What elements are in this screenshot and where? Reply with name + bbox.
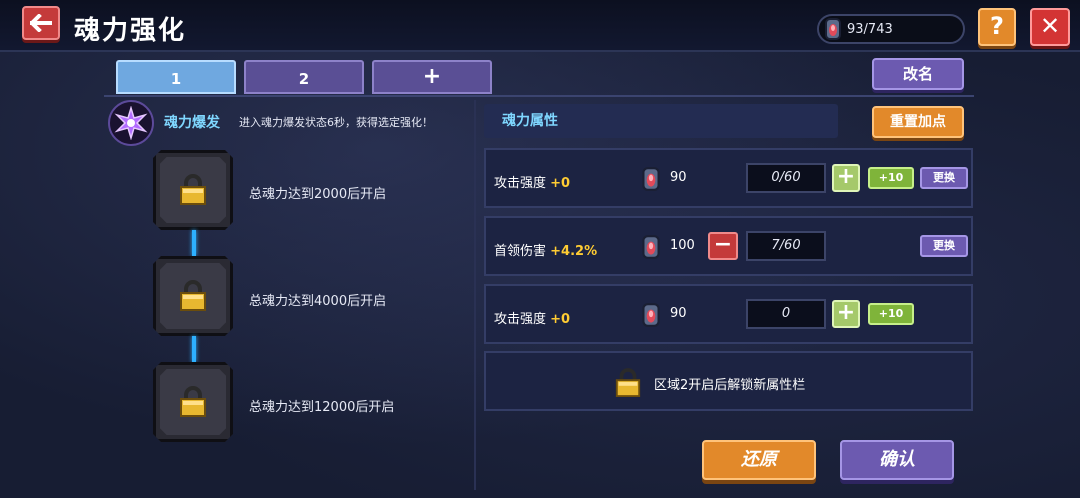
help-button[interactable]: ? — [978, 8, 1016, 46]
locked-slot-2[interactable] — [153, 256, 233, 336]
attribute-name: 首领伤害 +4.2% — [494, 240, 597, 259]
attribute-cost: 100 — [670, 238, 695, 253]
soul-gem-icon — [642, 303, 660, 327]
soul-gem-icon — [825, 18, 841, 40]
tab-2[interactable]: 2 — [244, 60, 364, 94]
tab-divider — [104, 95, 974, 97]
currency-value: 93/743 — [847, 21, 893, 37]
padlock-icon — [615, 368, 641, 397]
soul-burst-description: 进入魂力爆发状态6秒，获得选定强化！ — [239, 116, 433, 129]
soul-burst-title: 魂力爆发 — [164, 115, 220, 131]
attribute-cost: 90 — [670, 306, 687, 321]
slot-frame — [160, 157, 226, 223]
soul-gem-icon — [642, 235, 660, 259]
plus-10-button[interactable]: +10 — [868, 167, 914, 189]
close-button[interactable]: ✕ — [1030, 8, 1070, 46]
attribute-row-2: 首领伤害 +4.2% 100 − 7/60 更换 — [484, 216, 973, 276]
locked-slot-1[interactable] — [153, 150, 233, 230]
reset-points-button[interactable]: 重置加点 — [872, 106, 964, 138]
slot-connector — [192, 230, 196, 256]
plus-button[interactable]: + — [832, 300, 860, 328]
attributes-header: 魂力属性 — [484, 104, 838, 138]
swap-button[interactable]: 更换 — [920, 235, 968, 257]
padlock-icon — [180, 280, 206, 311]
attribute-cost: 90 — [670, 170, 687, 185]
attribute-bonus: +0 — [550, 312, 571, 327]
swap-button[interactable]: 更换 — [920, 167, 968, 189]
locked-slot-3[interactable] — [153, 362, 233, 442]
attribute-points: 0 — [746, 299, 826, 329]
minus-button[interactable]: − — [708, 232, 738, 260]
slot-frame — [160, 369, 226, 435]
top-bar: 魂力强化 93/743 ? ✕ — [0, 0, 1080, 52]
attribute-row-1: 攻击强度 +0 90 0/60 + +10 更换 — [484, 148, 973, 208]
arrow-left-icon — [30, 14, 52, 32]
attribute-label: 攻击强度 — [494, 312, 547, 327]
attribute-points: 7/60 — [746, 231, 826, 261]
panel-divider — [474, 100, 476, 490]
locked-attribute-row: 区域2开启后解锁新属性栏 — [484, 351, 973, 411]
plus-button[interactable]: + — [832, 164, 860, 192]
confirm-button[interactable]: 确认 — [840, 440, 954, 480]
attribute-points: 0/60 — [746, 163, 826, 193]
unlock-requirement-1: 总魂力达到2000后开启 — [249, 187, 387, 202]
slot-connector — [192, 336, 196, 362]
attribute-label: 攻击强度 — [494, 176, 547, 191]
attribute-bonus: +4.2% — [550, 244, 598, 259]
padlock-icon — [180, 174, 206, 205]
padlock-icon — [180, 386, 206, 417]
attribute-label: 首领伤害 — [494, 244, 547, 259]
soul-gem-icon — [642, 167, 660, 191]
unlock-requirement-3: 总魂力达到12000后开启 — [249, 400, 395, 415]
restore-button[interactable]: 还原 — [702, 440, 816, 480]
tab-1[interactable]: 1 — [116, 60, 236, 94]
page-title: 魂力强化 — [74, 16, 187, 46]
soul-burst-emblem — [108, 100, 154, 146]
attribute-name: 攻击强度 +0 — [494, 172, 570, 191]
attribute-bonus: +0 — [550, 176, 571, 191]
attribute-row-3: 攻击强度 +0 90 0 + +10 — [484, 284, 973, 344]
slot-frame — [160, 263, 226, 329]
attribute-name: 攻击强度 +0 — [494, 308, 570, 327]
unlock-requirement-2: 总魂力达到4000后开启 — [249, 294, 387, 309]
rename-button[interactable]: 改名 — [872, 58, 964, 90]
star-burst-icon — [114, 106, 148, 140]
soul-power-counter: 93/743 — [817, 14, 965, 44]
locked-row-text: 区域2开启后解锁新属性栏 — [654, 378, 806, 393]
plus-10-button[interactable]: +10 — [868, 303, 914, 325]
back-button[interactable] — [22, 6, 60, 40]
tab-add[interactable]: + — [372, 60, 492, 94]
